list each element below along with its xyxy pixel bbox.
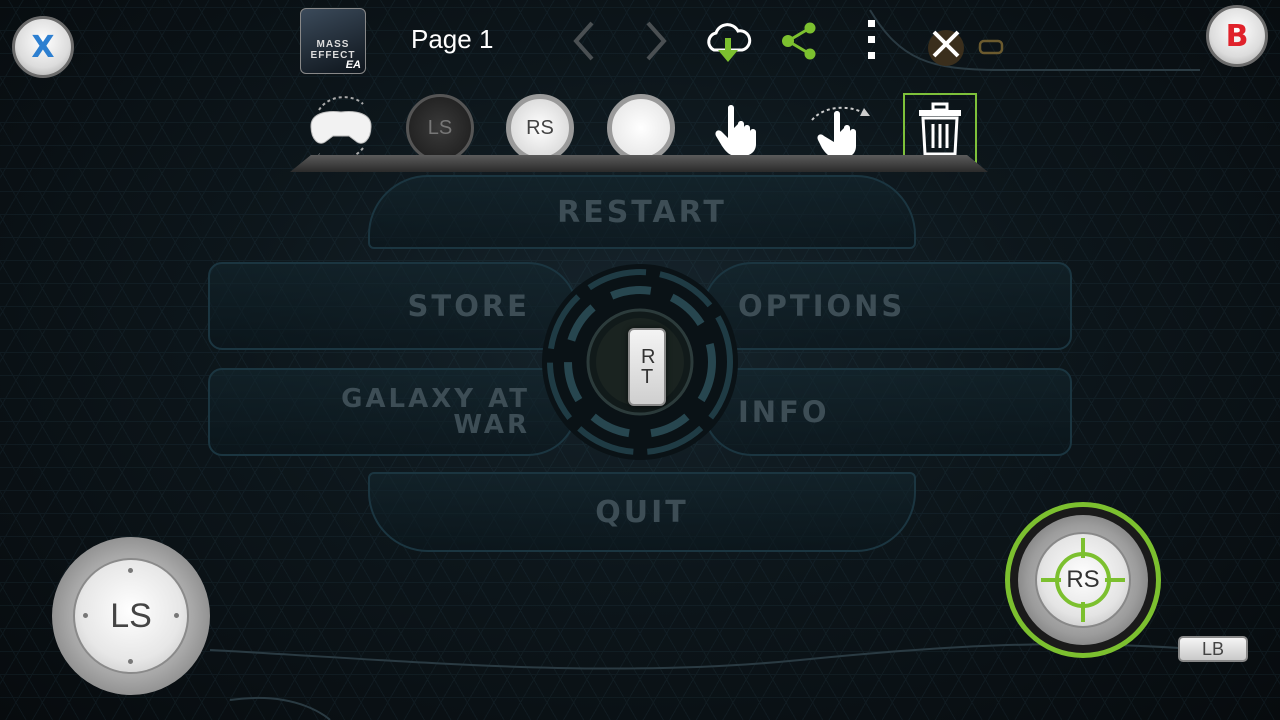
swipe-gesture-icon[interactable] — [808, 98, 872, 160]
x-button-label: X — [31, 29, 55, 65]
share-icon[interactable] — [780, 22, 820, 60]
menu-info-label: INFO — [738, 395, 830, 429]
menu-options-label: OPTIONS — [738, 289, 906, 323]
left-stick-dot-left — [83, 613, 88, 618]
menu-quit[interactable]: QUIT — [368, 472, 916, 552]
chevron-right-icon[interactable] — [640, 20, 672, 62]
right-stick[interactable]: RS — [1005, 502, 1161, 658]
b-button[interactable]: B — [1206, 5, 1268, 67]
toggle-icon[interactable] — [978, 38, 1006, 56]
menu-quit-label: QUIT — [595, 494, 689, 530]
rs-stick-tool-label: RS — [526, 116, 554, 139]
app-thumbnail-title: MASS EFFECT — [310, 39, 356, 61]
b-button-label: B — [1225, 18, 1249, 54]
close-icon[interactable] — [924, 22, 968, 70]
left-stick-dot-right — [174, 613, 179, 618]
lb-key-label: LB — [1201, 638, 1225, 659]
menu-restart-label: RESTART — [557, 194, 727, 230]
blank-button-tool-face — [607, 94, 675, 162]
trash-icon[interactable] — [915, 102, 965, 156]
ls-stick-tool-face: LS — [406, 94, 474, 162]
ls-stick-tool[interactable]: LS — [404, 92, 476, 164]
menu-store-label: STORE — [407, 289, 530, 323]
menu-store[interactable]: STORE — [208, 262, 578, 350]
right-stick-knob: RS — [1035, 532, 1131, 628]
menu-options[interactable]: OPTIONS — [702, 262, 1072, 350]
right-stick-ring: RS — [1018, 515, 1148, 645]
tap-gesture-icon[interactable] — [712, 102, 764, 158]
toolbar-base — [290, 155, 988, 172]
page-label: Page 1 — [411, 24, 494, 54]
more-vert-icon[interactable] — [862, 18, 882, 62]
ls-stick-tool-label: LS — [427, 116, 453, 139]
left-stick-knob: LS — [73, 558, 189, 674]
rs-stick-tool[interactable]: RS — [504, 92, 576, 164]
rt-key-label: RT — [641, 346, 656, 388]
menu-galaxy-at-war-label: GALAXY AT WAR — [341, 384, 530, 440]
menu-restart[interactable]: RESTART — [368, 175, 916, 249]
rs-stick-tool-face: RS — [506, 94, 574, 162]
left-stick-dot-top — [128, 568, 133, 573]
app-thumbnail-publisher: EA — [345, 59, 361, 71]
lb-key[interactable]: LB — [1178, 636, 1248, 662]
x-button[interactable]: X — [12, 16, 74, 78]
left-stick-dot-bottom — [128, 659, 133, 664]
blank-button-tool[interactable] — [605, 92, 677, 164]
rt-key[interactable]: RT — [628, 328, 666, 406]
chevron-left-icon[interactable] — [568, 20, 600, 62]
app-thumbnail[interactable]: MASS EFFECT EA — [300, 8, 366, 74]
left-stick-label: LS — [110, 596, 152, 635]
right-stick-label: RS — [1066, 566, 1100, 593]
menu-info[interactable]: INFO — [702, 368, 1072, 456]
left-stick[interactable]: LS — [52, 537, 210, 695]
menu-galaxy-at-war[interactable]: GALAXY AT WAR — [208, 368, 578, 456]
cloud-download-icon[interactable] — [704, 20, 752, 66]
